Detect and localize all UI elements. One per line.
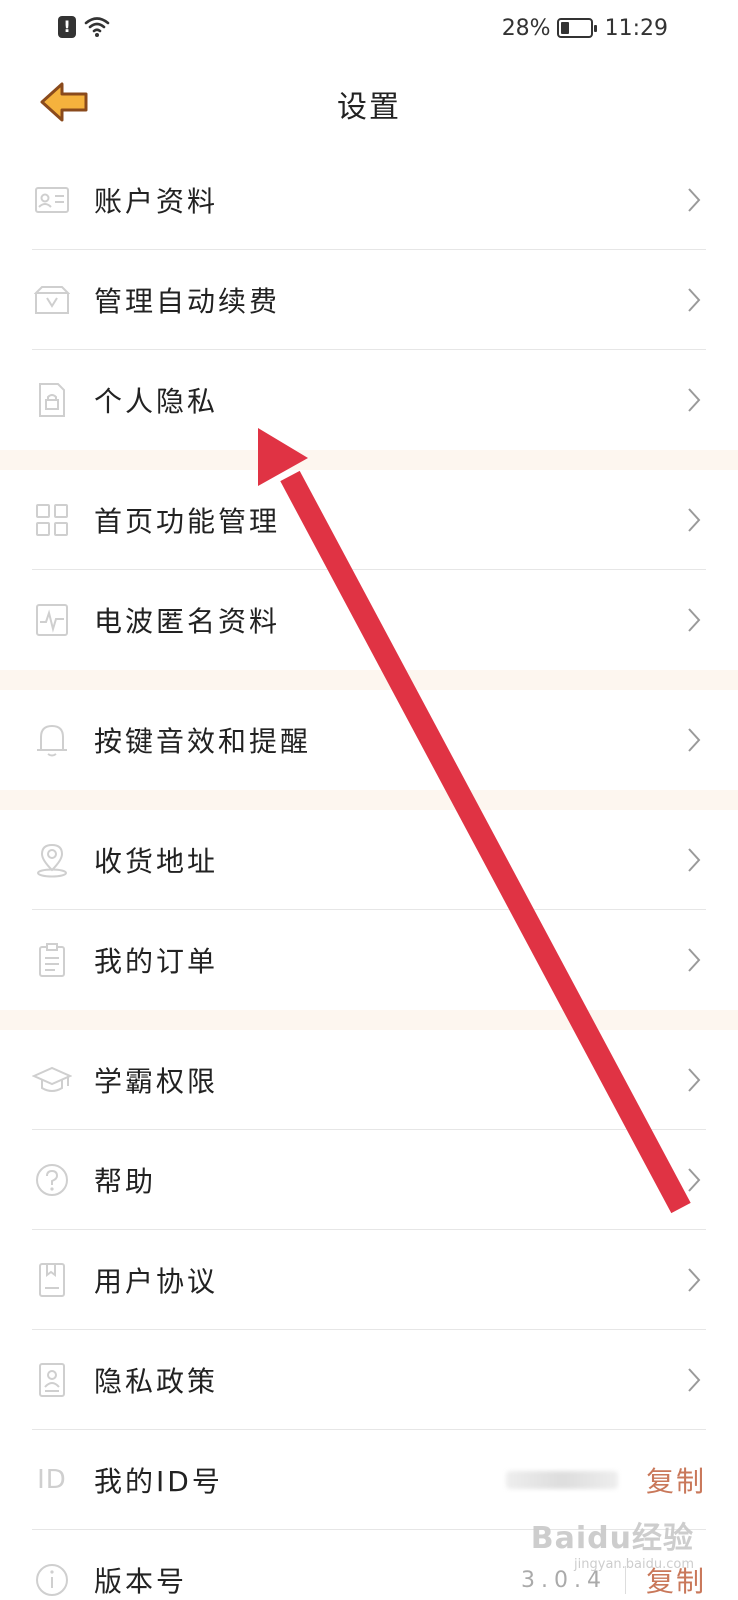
settings-row-anonymous[interactable]: 电波匿名资料 xyxy=(0,570,738,670)
id-card-icon xyxy=(32,180,72,220)
chevron-right-icon xyxy=(682,1065,706,1095)
battery-icon xyxy=(556,18,597,38)
chevron-right-icon xyxy=(682,505,706,535)
settings-row-label: 管理自动续费 xyxy=(94,285,281,318)
chevron-right-icon xyxy=(682,605,706,635)
lock-file-icon xyxy=(32,380,72,420)
settings-row-label: 首页功能管理 xyxy=(94,505,281,538)
graduation-cap-icon xyxy=(32,1060,72,1100)
chevron-right-icon xyxy=(682,1165,706,1195)
settings-row-orders[interactable]: 我的订单 xyxy=(0,910,738,1010)
settings-row-label: 收货地址 xyxy=(94,845,219,878)
settings-row-label: 按键音效和提醒 xyxy=(94,725,312,758)
settings-row-privacy[interactable]: 个人隐私 xyxy=(0,350,738,450)
settings-row-auto-renew[interactable]: 管理自动续费 xyxy=(0,250,738,350)
question-icon xyxy=(32,1160,72,1200)
chevron-right-icon xyxy=(682,185,706,215)
watermark-logo: Baidu经验 xyxy=(530,1521,694,1556)
chevron-right-icon xyxy=(682,385,706,415)
waveform-icon xyxy=(32,600,72,640)
chevron-right-icon xyxy=(682,285,706,315)
settings-row-label: 电波匿名资料 xyxy=(94,605,281,638)
settings-row-label: 账户资料 xyxy=(94,185,219,218)
wallet-icon xyxy=(32,280,72,320)
redacted-id-value xyxy=(505,1471,618,1489)
alert-icon: ! xyxy=(58,16,76,38)
settings-row-label: 个人隐私 xyxy=(94,385,219,418)
settings-row-home-features[interactable]: 首页功能管理 xyxy=(0,470,738,570)
battery-percent: 28% xyxy=(501,15,551,41)
wifi-icon xyxy=(84,17,110,37)
status-bar: ! 28% 11:29 xyxy=(0,0,738,56)
chevron-right-icon xyxy=(682,725,706,755)
section-gap xyxy=(0,670,738,690)
nav-bar: 设置 xyxy=(0,56,738,148)
settings-row-label: 版本号 xyxy=(94,1565,188,1598)
settings-row-policy[interactable]: 隐私政策 xyxy=(0,1330,738,1430)
settings-row-privileges[interactable]: 学霸权限 xyxy=(0,1030,738,1130)
chevron-right-icon xyxy=(682,1365,706,1395)
settings-row-sound[interactable]: 按键音效和提醒 xyxy=(0,690,738,790)
settings-list: 账户资料 管理自动续费 个人隐私 首页功能管理 电波匿名资料 按键音效和提醒 收… xyxy=(0,150,738,1600)
chevron-right-icon xyxy=(682,845,706,875)
section-gap xyxy=(0,450,738,470)
settings-row-help[interactable]: 帮助 xyxy=(0,1130,738,1230)
clock: 11:29 xyxy=(604,15,668,41)
section-gap xyxy=(0,790,738,810)
bell-icon xyxy=(32,720,72,760)
watermark-url: jingyan.baidu.com xyxy=(574,1557,694,1572)
page-title: 设置 xyxy=(337,90,401,125)
id-text-icon: ID xyxy=(37,1465,67,1495)
settings-row-label: 学霸权限 xyxy=(94,1065,219,1098)
clipboard-icon xyxy=(32,940,72,980)
copy-id-button[interactable]: 复制 xyxy=(646,1460,706,1500)
location-pin-icon xyxy=(32,840,72,880)
section-gap xyxy=(0,1010,738,1030)
info-icon xyxy=(32,1560,72,1600)
watermark: Baidu经验 jingyan.baidu.com xyxy=(531,1513,694,1572)
settings-row-agreement[interactable]: 用户协议 xyxy=(0,1230,738,1330)
settings-row-label: 帮助 xyxy=(94,1165,157,1198)
settings-row-address[interactable]: 收货地址 xyxy=(0,810,738,910)
grid-icon xyxy=(32,500,72,540)
chevron-right-icon xyxy=(682,945,706,975)
settings-row-account[interactable]: 账户资料 xyxy=(0,150,738,250)
settings-row-label: 隐私政策 xyxy=(94,1365,219,1398)
settings-row-label: 我的ID号 xyxy=(94,1465,223,1498)
settings-row-label: 我的订单 xyxy=(94,945,219,978)
document-icon xyxy=(32,1260,72,1300)
user-document-icon xyxy=(32,1360,72,1400)
chevron-right-icon xyxy=(682,1265,706,1295)
settings-row-label: 用户协议 xyxy=(94,1265,219,1298)
